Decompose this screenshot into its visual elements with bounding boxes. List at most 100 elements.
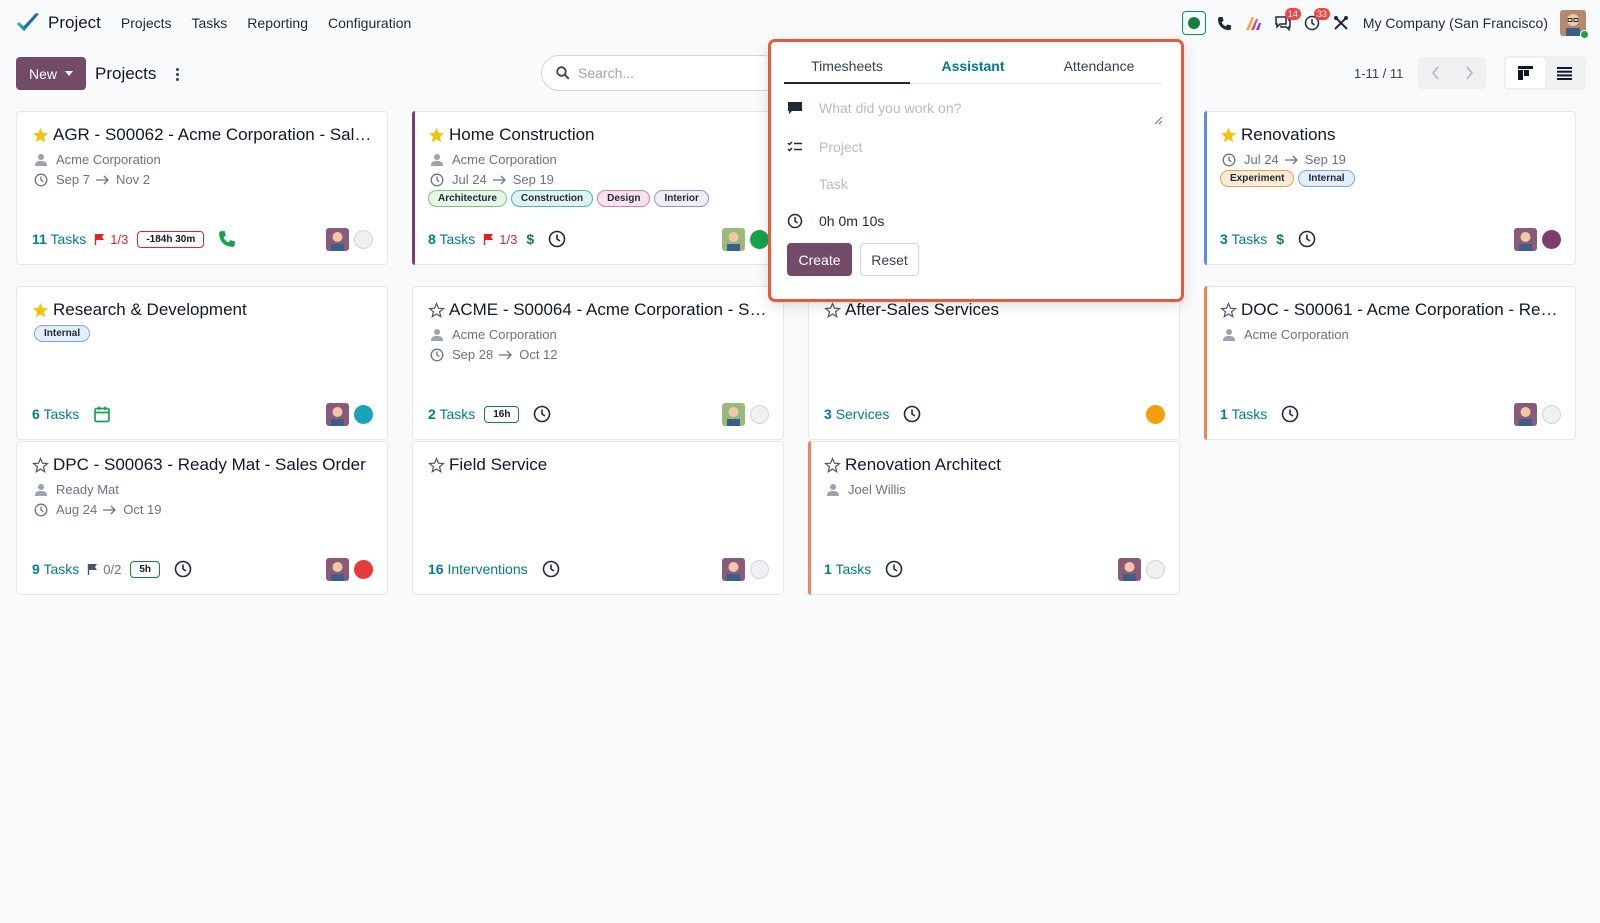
user-avatar[interactable] [1560, 10, 1589, 39]
star-outline-icon[interactable] [428, 456, 445, 474]
avatar-image [722, 227, 745, 251]
search-input[interactable] [578, 65, 758, 81]
tasks-link[interactable]: 2 Tasks [428, 406, 475, 422]
reset-button[interactable]: Reset [860, 243, 919, 276]
card-footer: 3 Services [824, 402, 1165, 426]
description-input[interactable] [819, 100, 1139, 116]
list-view-button[interactable] [1545, 58, 1584, 88]
kanban-state-dot[interactable] [354, 559, 373, 579]
timer-button[interactable] [1181, 11, 1206, 35]
star-outline-icon[interactable] [32, 456, 49, 474]
project-input[interactable] [819, 139, 1139, 155]
project-card[interactable]: DPC - S00063 - Ready Mat - Sales Order R… [16, 441, 388, 595]
card-footer: 11 Tasks 1/3 -184h 30m [32, 227, 373, 251]
tasks-link[interactable]: 3 Tasks [1220, 231, 1267, 247]
menu-tasks[interactable]: Tasks [192, 15, 228, 31]
menu-projects[interactable]: Projects [121, 15, 172, 31]
milestone-ratio[interactable]: 0/2 [87, 562, 121, 577]
project-card[interactable]: AGR - S00062 - Acme Corporation - Sal… A… [16, 111, 388, 265]
tasks-link[interactable]: 1 Tasks [824, 561, 871, 577]
project-card[interactable]: Renovation Architect Joel Willis 1 Tasks [808, 441, 1180, 595]
avatar[interactable] [1514, 227, 1537, 251]
pager-previous-button[interactable] [1418, 57, 1452, 89]
activity-clock-button[interactable] [548, 230, 566, 248]
tasks-link[interactable]: 1 Tasks [1220, 406, 1267, 422]
activity-clock-button[interactable] [903, 405, 921, 423]
activity-clock-button[interactable] [533, 405, 551, 423]
company-switcher[interactable]: My Company (San Francisco) [1363, 15, 1548, 31]
star-filled-icon[interactable] [428, 127, 445, 144]
tasks-link[interactable]: 9 Tasks [32, 561, 79, 577]
star-outline-icon[interactable] [824, 301, 841, 319]
activity-clock-button[interactable] [1281, 405, 1299, 423]
star-filled-icon[interactable] [32, 302, 49, 319]
pager-value[interactable]: 1-11 / 11 [1354, 66, 1403, 81]
resize-handle-icon[interactable] [1153, 115, 1163, 125]
calendar-activity-button[interactable] [93, 405, 111, 423]
activity-clock-button[interactable] [885, 560, 903, 578]
kanban-state-dot[interactable] [750, 404, 769, 424]
actions-kebab-button[interactable] [172, 64, 182, 84]
phone-activity-button[interactable] [218, 230, 236, 248]
avatar[interactable] [326, 402, 349, 426]
activities-button[interactable]: 33 [1298, 8, 1330, 37]
menu-configuration[interactable]: Configuration [328, 15, 411, 31]
milestone-ratio[interactable]: 1/3 [483, 232, 517, 247]
avatar[interactable] [722, 402, 745, 426]
kanban-state-dot[interactable] [750, 229, 769, 249]
project-name: Field Service [449, 455, 548, 474]
project-card[interactable]: After-Sales Services 3 Services [808, 286, 1180, 440]
dollar-icon[interactable]: $ [526, 231, 534, 247]
project-card[interactable]: ACME - S00064 - Acme Corporation - S… Ac… [412, 286, 784, 440]
avatar[interactable] [1118, 557, 1141, 581]
tab-attendance[interactable]: Attendance [1036, 49, 1162, 83]
create-button[interactable]: Create [787, 243, 852, 276]
avatar[interactable] [722, 227, 745, 251]
activity-clock-button[interactable] [1298, 230, 1316, 248]
project-card[interactable]: Home Construction Acme Corporation Jul 2… [412, 111, 784, 265]
avatar[interactable] [722, 557, 745, 581]
project-card[interactable]: Research & Development Internal 6 Tasks [16, 286, 388, 440]
avatar[interactable] [326, 227, 349, 251]
kanban-state-dot[interactable] [1542, 229, 1561, 249]
star-outline-icon[interactable] [824, 456, 841, 474]
avatar[interactable] [1514, 402, 1537, 426]
pager-next-button[interactable] [1452, 57, 1486, 89]
new-button[interactable]: New [16, 57, 86, 90]
tab-assistant[interactable]: Assistant [910, 49, 1036, 83]
phone-button[interactable] [1211, 9, 1239, 37]
kanban-state-dot[interactable] [1146, 404, 1165, 424]
activity-clock-button[interactable] [174, 560, 192, 578]
activity-clock-button[interactable] [542, 560, 560, 578]
app-brand[interactable]: Project [16, 12, 121, 34]
kanban-state-dot[interactable] [354, 404, 373, 424]
avatar[interactable] [326, 557, 349, 581]
project-card[interactable]: Renovations Jul 24 Sep 19 Experiment Int… [1204, 111, 1576, 265]
kanban-view-button[interactable] [1506, 58, 1545, 88]
task-unit: Tasks [43, 561, 80, 577]
star-filled-icon[interactable] [32, 127, 49, 144]
kanban-state-dot[interactable] [354, 229, 373, 249]
kanban-state-dot[interactable] [1146, 559, 1165, 579]
project-card[interactable]: DOC - S00061 - Acme Corporation - Re… Ac… [1204, 286, 1576, 440]
kanban-state-dot[interactable] [1542, 404, 1561, 424]
star-outline-icon[interactable] [1220, 301, 1237, 319]
milestone-ratio[interactable]: 1/3 [94, 232, 128, 247]
tasks-link[interactable]: 8 Tasks [428, 231, 475, 247]
ai-button[interactable] [1240, 9, 1268, 37]
menu-reporting[interactable]: Reporting [247, 15, 308, 31]
tasks-link[interactable]: 11 Tasks [32, 231, 86, 247]
tab-timesheets[interactable]: Timesheets [784, 49, 910, 84]
task-input[interactable] [819, 176, 1139, 192]
tasks-link[interactable]: 6 Tasks [32, 406, 79, 422]
tasks-link[interactable]: 3 Services [824, 406, 889, 422]
star-filled-icon[interactable] [1220, 127, 1237, 144]
project-card[interactable]: Field Service 16 Interventions [412, 441, 784, 595]
dollar-icon[interactable]: $ [1276, 231, 1284, 247]
kanban-state-dot[interactable] [750, 559, 769, 579]
settings-tools-button[interactable] [1327, 9, 1355, 37]
messages-button[interactable]: 14 [1269, 8, 1301, 37]
tasks-link[interactable]: 16 Interventions [428, 561, 528, 577]
search-bar[interactable] [541, 55, 781, 91]
star-outline-icon[interactable] [428, 301, 445, 319]
